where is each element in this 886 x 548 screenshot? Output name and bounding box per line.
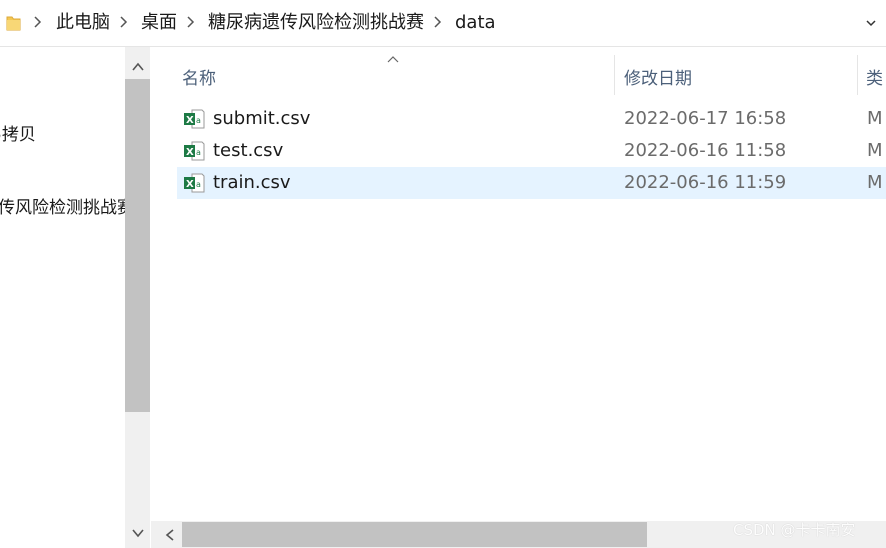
column-divider[interactable] [857,55,858,95]
folder-icon [6,16,21,31]
chevron-right-icon[interactable] [33,15,42,29]
file-type: M [867,172,883,193]
breadcrumb-data[interactable]: data [455,11,496,35]
chevron-right-icon[interactable] [119,15,128,29]
excel-csv-file-icon: a X [184,141,205,161]
column-header-name[interactable]: 名称 [182,64,216,89]
file-date: 2022-06-16 11:58 [624,140,787,161]
svg-text:a: a [196,148,201,157]
svg-text:X: X [186,115,194,126]
file-row[interactable]: a X test.csv 2022-06-16 11:58 M [177,135,886,167]
navigation-pane: 5拷贝 传风险检测挑战赛 [0,47,125,548]
excel-csv-file-icon: a X [184,109,205,129]
file-row-selected[interactable]: a X train.csv 2022-06-16 11:59 M [177,167,886,199]
file-type: M [867,108,883,129]
breadcrumb-project-folder[interactable]: 糖尿病遗传风险检测挑战赛 [208,11,424,35]
file-list: 名称 修改日期 类 a X submit.csv 2022-06-17 16:5… [151,47,886,521]
excel-csv-file-icon: a X [184,173,205,193]
svg-text:X: X [186,147,194,158]
breadcrumb-this-pc[interactable]: 此电脑 [56,11,110,35]
svg-text:a: a [196,180,201,189]
chevron-right-icon[interactable] [186,15,195,29]
file-row[interactable]: a X submit.csv 2022-06-17 16:58 M [177,103,886,135]
watermark: CSDN @卡卡南安 [733,521,856,539]
column-header-date[interactable]: 修改日期 [624,64,692,89]
breadcrumb-desktop[interactable]: 桌面 [141,11,177,35]
chevron-right-icon[interactable] [433,15,442,29]
file-name[interactable]: train.csv [213,172,291,194]
column-divider[interactable] [614,55,615,95]
svg-text:X: X [186,179,194,190]
nav-item[interactable]: 传风险检测挑战赛 [0,193,125,218]
file-name[interactable]: test.csv [213,140,283,162]
file-date: 2022-06-16 11:59 [624,172,787,193]
file-name[interactable]: submit.csv [213,108,310,130]
svg-text:a: a [196,116,201,125]
nav-scrollbar[interactable] [125,47,150,548]
chevron-left-icon[interactable] [164,528,176,542]
nav-item[interactable]: 5拷贝 [0,120,36,145]
file-date: 2022-06-17 16:58 [624,108,787,129]
horizontal-scroll-thumb[interactable] [182,522,647,547]
chevron-down-icon[interactable] [131,527,145,539]
chevron-up-icon[interactable] [131,61,145,73]
sort-ascending-icon [387,56,399,63]
file-type: M [867,140,883,161]
address-bar[interactable]: 此电脑 桌面 糖尿病遗传风险检测挑战赛 data [0,0,886,47]
nav-scroll-thumb[interactable] [125,79,150,412]
chevron-down-icon[interactable] [864,16,878,30]
column-header-type[interactable]: 类 [866,64,883,89]
